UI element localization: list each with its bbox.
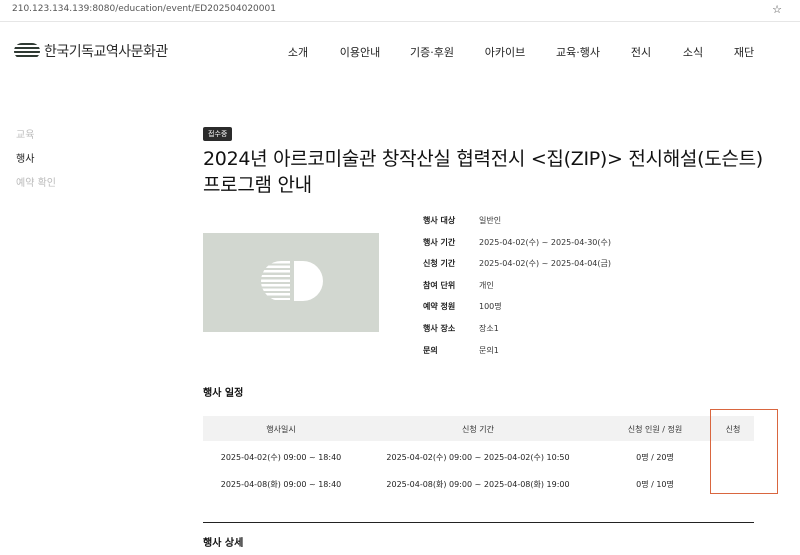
url-text[interactable]: 210.123.134.139:8080/education/event/ED2… (12, 4, 276, 14)
table-row: 2025-04-08(화) 09:00 ~ 18:40 2025-04-08(화… (203, 474, 754, 494)
sidebar-item-event[interactable]: 행사 (16, 150, 56, 165)
browser-address-bar[interactable]: 210.123.134.139:8080/education/event/ED2… (0, 0, 800, 22)
table-row: 2025-04-02(수) 09:00 ~ 18:40 2025-04-02(수… (203, 447, 754, 467)
row-period: 2025-04-02(수) 09:00 ~ 2025-04-02(수) 10:5… (386, 453, 570, 462)
info-label: 신청 기간 (423, 259, 456, 269)
site-header: 한국기독교역사문화관 소개 이용안내 기증·후원 아카이브 교육·행사 전시 소… (0, 22, 800, 80)
info-value: 100명 (479, 302, 502, 312)
column-header-count: 신청 인원 / 정원 (627, 425, 683, 434)
sidebar-item-reservation[interactable]: 예약 확인 (16, 174, 56, 189)
info-value: 개인 (479, 280, 494, 290)
row-period: 2025-04-08(화) 09:00 ~ 2025-04-08(화) 19:0… (386, 480, 570, 489)
row-datetime: 2025-04-08(화) 09:00 ~ 18:40 (220, 480, 342, 489)
info-value: 문의1 (479, 345, 499, 355)
section-divider (203, 522, 754, 523)
info-value: 일반인 (479, 216, 502, 225)
status-badge: 접수중 (203, 127, 233, 141)
nav-item-donation[interactable]: 기증·후원 (410, 44, 454, 60)
info-label: 행사 장소 (423, 323, 456, 333)
info-label: 행사 기간 (423, 237, 456, 247)
nav-item-education[interactable]: 교육·행사 (556, 44, 600, 60)
nav-item-news[interactable]: 소식 (683, 44, 703, 60)
column-header-datetime: 행사일시 (266, 425, 296, 434)
info-value: 장소1 (479, 323, 499, 333)
placeholder-logo-icon (261, 261, 323, 301)
schedule-table-header: 행사일시 신청 기간 신청 인원 / 정원 신청 (203, 416, 754, 441)
info-value: 2025-04-02(수) ~ 2025-04-04(금) (479, 259, 611, 269)
main-nav: 소개 이용안내 기증·후원 아카이브 교육·행사 전시 소식 재단 (0, 44, 800, 60)
nav-item-foundation[interactable]: 재단 (734, 44, 754, 60)
row-count: 0명 / 10명 (636, 480, 674, 489)
page-title: 2024년 아르코미술관 창작산실 협력전시 <집(ZIP)> 전시해설(도슨트… (203, 148, 763, 196)
column-header-period: 신청 기간 (462, 425, 494, 434)
sidebar: 교육 행사 예약 확인 (16, 126, 56, 198)
schedule-section-title: 행사 일정 (203, 388, 244, 399)
nav-item-archive[interactable]: 아카이브 (485, 44, 525, 60)
row-count: 0명 / 20명 (636, 453, 674, 462)
info-label: 문의 (423, 345, 438, 355)
nav-item-guide[interactable]: 이용안내 (340, 44, 380, 60)
detail-section-title: 행사 상세 (203, 538, 244, 549)
info-label: 예약 정원 (423, 302, 456, 312)
nav-item-intro[interactable]: 소개 (288, 44, 308, 60)
row-datetime: 2025-04-02(수) 09:00 ~ 18:40 (220, 453, 342, 462)
info-label: 참여 단위 (423, 280, 456, 290)
bookmark-star-icon[interactable]: ☆ (772, 3, 782, 16)
nav-item-exhibition[interactable]: 전시 (631, 44, 651, 60)
info-value: 2025-04-02(수) ~ 2025-04-30(수) (479, 237, 611, 247)
sidebar-item-education[interactable]: 교육 (16, 126, 56, 141)
info-label: 행사 대상 (423, 216, 456, 225)
event-thumbnail (203, 233, 379, 332)
apply-column-highlight (710, 409, 778, 494)
